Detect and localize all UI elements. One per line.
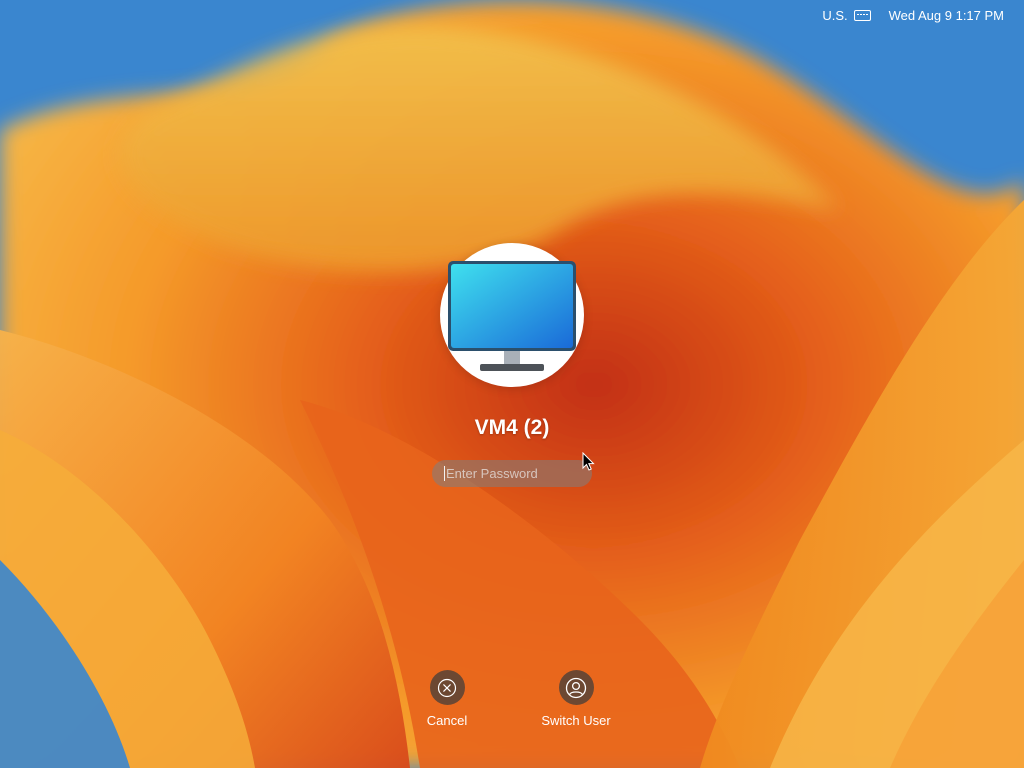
menu-bar: U.S. Wed Aug 9 1:17 PM [0, 0, 1024, 30]
user-name: VM4 (2) [474, 416, 550, 439]
password-field[interactable] [432, 460, 592, 487]
menubar-clock: Wed Aug 9 1:17 PM [888, 7, 1004, 23]
user-circle-icon [558, 670, 594, 705]
monitor-icon [448, 261, 576, 371]
cancel-label: Cancel [426, 713, 468, 728]
input-source-label: U.S. [822, 7, 848, 23]
user-avatar[interactable] [440, 243, 584, 387]
switch-user-button[interactable]: Switch User [521, 670, 631, 728]
password-input[interactable] [446, 466, 581, 481]
text-caret [444, 466, 445, 481]
mouse-pointer-icon [582, 452, 595, 471]
keyboard-icon [853, 9, 871, 21]
input-source-menu[interactable]: U.S. [822, 7, 871, 23]
close-circle-icon [429, 670, 465, 705]
cancel-button[interactable]: Cancel [392, 670, 502, 728]
switch-user-label: Switch User [541, 713, 611, 728]
